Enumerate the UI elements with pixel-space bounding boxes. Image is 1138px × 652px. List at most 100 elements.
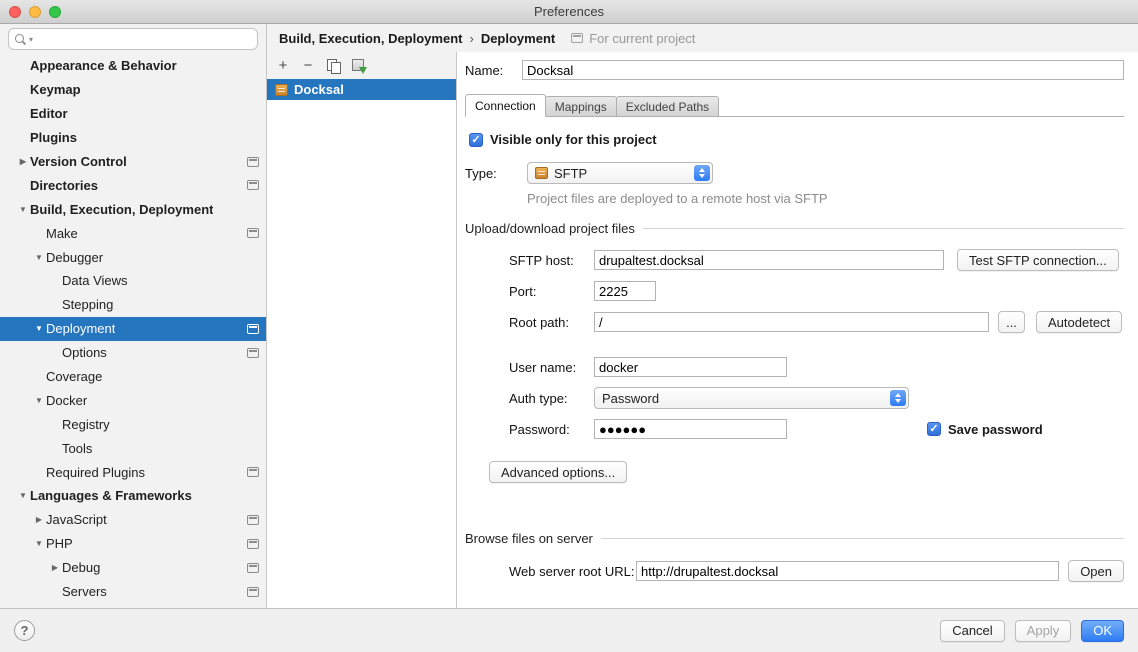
sftp-host-input[interactable]: [594, 250, 944, 270]
sidebar-item-label: Plugins: [30, 130, 77, 145]
chevron-right-icon[interactable]: ▶: [32, 515, 46, 524]
per-project-icon: [247, 180, 259, 190]
settings-tree: Appearance & BehaviorKeymapEditor Plugins…: [0, 54, 266, 608]
auth-type-select[interactable]: Password: [594, 387, 909, 409]
chevron-down-icon[interactable]: ▼: [32, 539, 46, 548]
sidebar-item-version-control[interactable]: ▶Version Control: [0, 150, 266, 174]
search-scope-chevron-icon[interactable]: ▾: [29, 35, 33, 44]
work-area: +− Docksal Name: ConnectionMappingsExclu…: [267, 52, 1138, 608]
sidebar-item-registry[interactable]: Registry: [0, 412, 266, 436]
cancel-button[interactable]: Cancel: [940, 620, 1004, 642]
sidebar-item-label: Debug: [62, 560, 100, 575]
search-box[interactable]: ▾: [8, 28, 258, 50]
server-toolbar: +−: [267, 52, 456, 79]
sidebar-item-plugins[interactable]: Plugins: [0, 126, 266, 150]
advanced-options-button[interactable]: Advanced options...: [489, 461, 627, 483]
sidebar-item-deployment[interactable]: ▼Deployment: [0, 317, 266, 341]
sidebar-item-editor[interactable]: Editor: [0, 102, 266, 126]
sidebar-item-directories[interactable]: Directories: [0, 173, 266, 197]
sidebar-item-tools[interactable]: Tools: [0, 436, 266, 460]
sidebar-item-servers[interactable]: Servers: [0, 580, 266, 604]
sidebar-item-coverage[interactable]: Coverage: [0, 365, 266, 389]
breadcrumb-parent[interactable]: Build, Execution, Deployment: [279, 31, 462, 46]
ok-button[interactable]: OK: [1081, 620, 1124, 642]
root-path-input[interactable]: [594, 312, 989, 332]
name-input[interactable]: [522, 60, 1124, 80]
chevron-right-icon[interactable]: ▶: [16, 157, 30, 166]
sidebar-item-build-execution-deployment[interactable]: ▼Build, Execution, Deployment: [0, 197, 266, 221]
password-input[interactable]: [594, 419, 787, 439]
save-password-checkbox[interactable]: ✓ Save password: [927, 422, 1043, 437]
checkbox-checked-icon[interactable]: ✓: [927, 422, 941, 436]
sidebar-item-appearance-behavior[interactable]: Appearance & Behavior: [0, 54, 266, 78]
visible-only-checkbox[interactable]: ✓ Visible only for this project: [469, 132, 1124, 147]
per-project-icon: [247, 539, 259, 549]
open-button[interactable]: Open: [1068, 560, 1124, 582]
add-icon[interactable]: +: [272, 55, 294, 77]
sidebar-item-languages-frameworks[interactable]: ▼Languages & Frameworks: [0, 484, 266, 508]
copy-icon[interactable]: [322, 55, 344, 77]
sidebar-item-stepping[interactable]: Stepping: [0, 293, 266, 317]
search-area: ▾: [0, 24, 266, 54]
port-input[interactable]: [594, 281, 656, 301]
port-label: Port:: [509, 284, 594, 299]
browse-root-path-button[interactable]: ...: [998, 311, 1025, 333]
apply-button[interactable]: Apply: [1015, 620, 1072, 642]
sidebar-item-docker[interactable]: ▼Docker: [0, 388, 266, 412]
sidebar-item-keymap[interactable]: Keymap: [0, 78, 266, 102]
chevron-right-icon[interactable]: ▶: [48, 563, 62, 572]
server-item-docksal[interactable]: Docksal: [267, 79, 456, 100]
fullscreen-button[interactable]: [49, 6, 61, 18]
name-label: Name:: [465, 63, 522, 78]
main-area: ▾ Appearance & BehaviorKeymapEditor Plugi…: [0, 24, 1138, 608]
type-select[interactable]: SFTP: [527, 162, 713, 184]
autodetect-button[interactable]: Autodetect: [1036, 311, 1122, 333]
sidebar-item-label: Deployment: [46, 321, 115, 336]
checkbox-checked-icon[interactable]: ✓: [469, 133, 483, 147]
test-sftp-connection-button[interactable]: Test SFTP connection...: [957, 249, 1119, 271]
per-project-icon: [247, 324, 259, 334]
sidebar-item-options[interactable]: Options: [0, 341, 266, 365]
sidebar-item-label: Registry: [62, 417, 110, 432]
server-panel: +− Docksal: [267, 52, 457, 608]
paste-icon[interactable]: [347, 55, 369, 77]
chevron-down-icon[interactable]: ▼: [32, 396, 46, 405]
web-root-input[interactable]: [636, 561, 1059, 581]
sidebar-item-label: Stepping: [62, 297, 113, 312]
tab-mappings[interactable]: Mappings: [545, 96, 617, 116]
window-title: Preferences: [534, 4, 604, 19]
dropdown-stepper-icon[interactable]: [694, 165, 710, 181]
auth-type-value: Password: [602, 391, 659, 406]
copy-icon: [327, 59, 340, 72]
auth-type-row: Auth type: Password: [509, 387, 1124, 409]
search-input[interactable]: [36, 32, 251, 47]
minimize-button[interactable]: [29, 6, 41, 18]
dropdown-stepper-icon[interactable]: [890, 390, 906, 406]
chevron-down-icon[interactable]: ▼: [16, 491, 30, 500]
breadcrumb-bar: Build, Execution, Deployment › Deploymen…: [267, 24, 1138, 52]
sidebar-item-label: Directories: [30, 178, 98, 193]
user-name-row: User name:: [509, 357, 1124, 377]
sidebar-item-javascript[interactable]: ▶JavaScript: [0, 508, 266, 532]
tab-excluded-paths[interactable]: Excluded Paths: [616, 96, 719, 116]
sidebar-item-data-views[interactable]: Data Views: [0, 269, 266, 293]
sftp-host-row: SFTP host: Test SFTP connection...: [509, 249, 1124, 271]
user-name-input[interactable]: [594, 357, 787, 377]
chevron-down-icon[interactable]: ▼: [16, 205, 30, 214]
sidebar-item-required-plugins[interactable]: Required Plugins: [0, 460, 266, 484]
help-button[interactable]: ?: [14, 620, 35, 641]
tab-connection[interactable]: Connection: [465, 94, 546, 117]
titlebar[interactable]: Preferences: [0, 0, 1138, 24]
content-column: Build, Execution, Deployment › Deploymen…: [267, 24, 1138, 608]
chevron-down-icon[interactable]: ▼: [32, 253, 46, 262]
sidebar-item-debugger[interactable]: ▼Debugger: [0, 245, 266, 269]
per-project-icon: [247, 587, 259, 597]
close-button[interactable]: [9, 6, 21, 18]
server-list: Docksal: [267, 79, 456, 608]
remove-icon[interactable]: −: [297, 55, 319, 77]
sidebar-item-php[interactable]: ▼PHP: [0, 532, 266, 556]
sidebar-item-make[interactable]: Make: [0, 221, 266, 245]
sidebar-item-debug[interactable]: ▶Debug: [0, 556, 266, 580]
project-scope: For current project: [571, 31, 695, 46]
chevron-down-icon[interactable]: ▼: [32, 324, 46, 333]
